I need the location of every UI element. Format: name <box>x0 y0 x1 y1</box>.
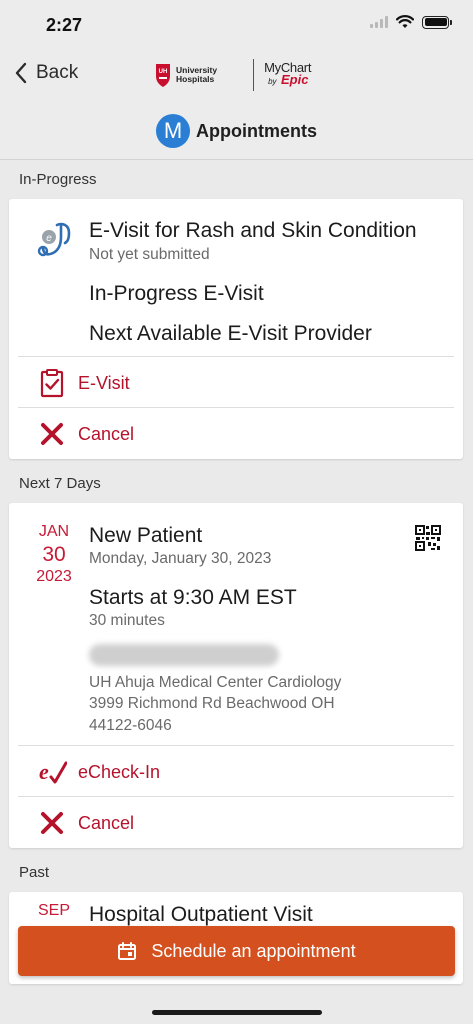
status-icons <box>370 15 452 29</box>
divider <box>18 407 454 408</box>
appointment-day: 30 <box>42 543 66 566</box>
battery-icon <box>422 15 452 29</box>
appointment-address-line1: 3999 Richmond Rd Beachwood OH <box>89 695 335 712</box>
home-indicator[interactable] <box>152 1010 322 1015</box>
evisit-cancel-label: Cancel <box>78 423 135 444</box>
university-hospitals-logo: UH University Hospitals <box>154 62 217 88</box>
appointment-duration: 30 minutes <box>89 612 165 629</box>
uh-badge-text: UH <box>159 69 168 75</box>
mychart-logo: MyChart by Epic <box>264 61 311 88</box>
svg-text:e: e <box>46 233 52 244</box>
appointment-year: 2023 <box>36 568 72 585</box>
section-header-in-progress: In-Progress <box>19 171 97 188</box>
close-icon <box>41 812 63 834</box>
avatar[interactable]: M <box>156 114 190 148</box>
evisit-line1: In-Progress E-Visit <box>89 282 264 305</box>
wifi-icon <box>396 15 414 28</box>
appointment-title: New Patient <box>89 524 203 547</box>
divider <box>18 745 454 746</box>
appointment-date-block: JAN 30 2023 <box>25 523 83 586</box>
echeckin-row[interactable]: e eCheck-In <box>9 747 463 797</box>
cellular-signal-icon <box>370 16 388 28</box>
appointment-date-full: Monday, January 30, 2023 <box>89 550 272 567</box>
evisit-status: Not yet submitted <box>89 246 210 263</box>
uh-logo-line2: Hospitals <box>176 74 215 84</box>
divider <box>18 356 454 357</box>
appointment-month: JAN <box>38 523 70 540</box>
chevron-left-icon <box>15 62 27 84</box>
evisit-cancel-row[interactable]: Cancel <box>9 409 463 459</box>
mychart-by: by <box>268 77 277 86</box>
qr-code-icon[interactable] <box>415 525 441 551</box>
appointment-start-time: Starts at 9:30 AM EST <box>89 586 297 609</box>
evisit-card[interactable]: e E-Visit for Rash and Skin Condition No… <box>9 199 463 459</box>
echeckin-label: eCheck-In <box>78 761 161 782</box>
status-bar: 2:27 <box>0 0 473 48</box>
evisit-title: E-Visit for Rash and Skin Condition <box>89 219 417 242</box>
page-title: Appointments <box>196 120 317 141</box>
appointment-location: UH Ahuja Medical Center Cardiology <box>89 674 342 691</box>
evisit-action-label: E-Visit <box>78 372 130 393</box>
status-time: 2:27 <box>46 15 83 35</box>
appointment-card[interactable]: JAN 30 2023 New Patient Monday, January … <box>9 503 463 848</box>
logo-divider <box>253 59 255 91</box>
appointment-cancel-row[interactable]: Cancel <box>9 798 463 848</box>
close-icon <box>41 423 63 445</box>
schedule-appointment-button[interactable]: Schedule an appointment <box>18 926 455 976</box>
nav-bar: Back UH University Hospitals MyChart by … <box>0 48 473 160</box>
evisit-action-row[interactable]: E-Visit <box>9 358 463 408</box>
svg-text:e: e <box>39 759 49 784</box>
past-appointment-month: SEP <box>37 902 70 919</box>
section-header-next-7-days: Next 7 Days <box>19 475 101 492</box>
appointment-address-line2: 44122-6046 <box>89 717 172 734</box>
header-logos: UH University Hospitals MyChart by Epic <box>154 56 311 94</box>
evisit-line2: Next Available E-Visit Provider <box>89 322 372 345</box>
echeckin-icon: e <box>39 759 67 784</box>
past-appointment-title: Hospital Outpatient Visit <box>89 903 313 926</box>
divider <box>18 796 454 797</box>
stethoscope-icon: e <box>37 222 71 257</box>
back-label: Back <box>36 62 79 83</box>
calendar-icon <box>118 942 137 960</box>
appointment-cancel-label: Cancel <box>78 812 135 833</box>
page-title-row: M Appointments <box>0 114 473 148</box>
provider-name-redacted <box>89 644 279 666</box>
section-header-past: Past <box>19 864 50 881</box>
clipboard-check-icon <box>40 369 64 398</box>
schedule-appointment-label: Schedule an appointment <box>151 940 356 961</box>
back-button[interactable]: Back <box>14 62 78 84</box>
uh-shield-icon: UH <box>156 64 170 87</box>
epic-label: Epic <box>281 72 309 87</box>
